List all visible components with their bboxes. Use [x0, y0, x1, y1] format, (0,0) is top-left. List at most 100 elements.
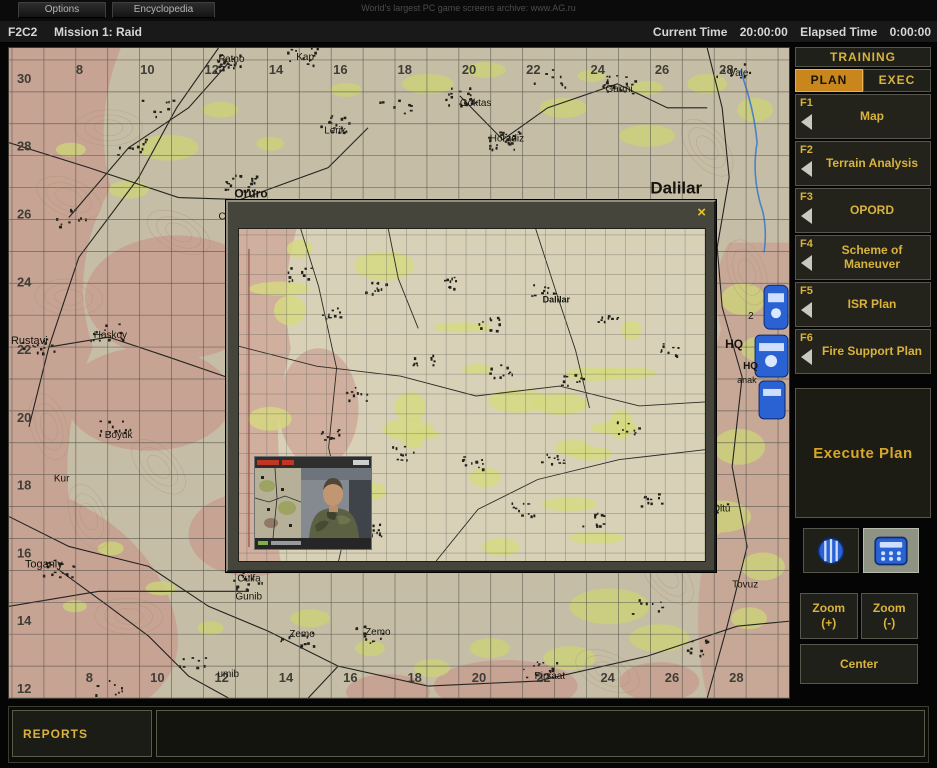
grid-number: 18 [407, 670, 421, 685]
unit-icon[interactable] [764, 285, 788, 329]
keypad-view-button[interactable] [863, 528, 919, 573]
watermark-text: World's largest PC game screens archive:… [0, 3, 937, 13]
tab-exec[interactable]: EXEC [863, 69, 931, 92]
place-name: Zemo [365, 627, 391, 638]
video-status-green [258, 541, 268, 545]
grid-number: 12 [204, 62, 218, 77]
fkey-label: F4 [800, 238, 813, 250]
soldier-video [301, 468, 371, 538]
left-arrow-icon [801, 161, 812, 177]
view-toggle-row [794, 528, 932, 574]
globe-icon [814, 536, 848, 566]
video-feed-window[interactable] [254, 456, 372, 550]
unit-icon-detail [768, 293, 784, 302]
reports-panel: REPORTS [8, 706, 929, 763]
place-name: HQ [725, 337, 743, 351]
grid-number: 24 [600, 670, 615, 685]
place-name: Kur [54, 474, 70, 485]
grid-number: 20 [17, 410, 31, 425]
place-name: Goktas [460, 98, 492, 109]
tab-plan[interactable]: PLAN [795, 69, 863, 92]
plan-exec-tabs: PLAN EXEC [795, 69, 931, 92]
place-name: HQ [743, 361, 758, 372]
place-name: Toganly [25, 558, 63, 570]
unit-icon-detail [771, 308, 781, 318]
place-name: Haskoy [94, 330, 127, 341]
grid-number: 28 [17, 139, 31, 154]
grid-number: 24 [17, 274, 32, 289]
grid-number: 10 [140, 62, 154, 77]
execute-plan-label: Execute Plan [813, 445, 912, 462]
reports-output-field [156, 710, 925, 757]
video-body [255, 468, 371, 538]
fkey-label: F1 [800, 97, 813, 109]
current-time-value: 20:00:00 [740, 25, 788, 39]
fkey-name: OPORD [817, 189, 927, 232]
fkey-map-button[interactable]: F1 Map [795, 94, 931, 139]
map-labels: Dalilar [543, 295, 571, 305]
grid-number: 8 [76, 62, 83, 77]
place-name: Boyuk [105, 430, 133, 441]
video-title-white-text [353, 460, 369, 465]
left-arrow-icon [801, 302, 812, 318]
left-arrow-icon [801, 114, 812, 130]
fkey-opord-button[interactable]: F3 OPORD [795, 188, 931, 233]
elapsed-time-label: Elapsed Time [800, 25, 877, 39]
grid-number: 22 [526, 62, 540, 77]
grid-number: 30 [17, 71, 31, 86]
zoom-in-button[interactable]: Zoom (+) [800, 593, 858, 639]
control-sidebar: TRAINING PLAN EXEC F1 Map F2 Terrain Ana… [794, 47, 932, 699]
fkey-label: F6 [800, 332, 813, 344]
place-name: Gunib [235, 591, 262, 602]
unit-icon-detail [763, 389, 781, 396]
unit-icon-detail [759, 343, 784, 351]
center-button[interactable]: Center [800, 644, 918, 684]
place-name: Lerik [324, 126, 346, 137]
fkey-terrain-analysis-button[interactable]: F2 Terrain Analysis [795, 141, 931, 186]
elapsed-time-value: 0:00:00 [890, 25, 931, 39]
place-name: Oruro [234, 187, 267, 201]
top-menu-bar: Options Encyclopedia World's largest PC … [0, 0, 937, 21]
mode-header: TRAINING [795, 47, 931, 67]
fkey-scheme-of-maneuver-button[interactable]: F4 Scheme of Maneuver [795, 235, 931, 280]
soldier-image [301, 468, 371, 538]
grid-number: 16 [343, 670, 357, 685]
video-title-red-text [257, 460, 279, 465]
clock-area: Current Time 20:00:00 Elapsed Time 0:00:… [644, 25, 931, 39]
place-name: Horadiz [490, 134, 524, 145]
mission-title-bar: F2C2 Mission 1: Raid Current Time 20:00:… [0, 21, 937, 43]
place-name: anak [737, 375, 757, 385]
fkey-isr-plan-button[interactable]: F5 ISR Plan [795, 282, 931, 327]
zoom-out-button[interactable]: Zoom (-) [861, 593, 919, 639]
grid-number: 14 [269, 62, 284, 77]
zoom-controls: Zoom (+) Zoom (-) [800, 593, 918, 639]
video-status-text [271, 541, 301, 545]
grid-number: 8 [86, 670, 93, 685]
grid-number: 18 [398, 62, 412, 77]
execute-plan-button[interactable]: Execute Plan [795, 388, 931, 518]
video-title-red-text [282, 460, 294, 465]
current-time-label: Current Time [653, 25, 727, 39]
grid-number: 12 [17, 681, 31, 696]
fkey-name: ISR Plan [817, 283, 927, 326]
fkey-name: Map [817, 95, 927, 138]
video-title-bar [255, 457, 371, 468]
globe-view-button[interactable] [803, 528, 859, 573]
map-preview-dialog: × Dalilar [226, 200, 716, 572]
left-arrow-icon [801, 255, 812, 271]
fkey-label: F2 [800, 144, 813, 156]
fkey-fire-support-plan-button[interactable]: F6 Fire Support Plan [795, 329, 931, 374]
grid-number: 26 [665, 670, 679, 685]
place-name: Zemo [289, 629, 315, 640]
reports-button[interactable]: REPORTS [12, 710, 152, 757]
grid-number: 14 [279, 670, 294, 685]
grid-number: 24 [591, 62, 606, 77]
minimap-canvas [255, 468, 301, 538]
place-name: Tovuz [732, 579, 758, 590]
grid-number: 10 [150, 670, 164, 685]
close-icon[interactable]: × [697, 205, 706, 220]
video-minimap [255, 468, 301, 538]
unit-icon[interactable] [759, 381, 785, 419]
place-name: Kap [296, 52, 314, 63]
grid-number: 26 [655, 62, 669, 77]
